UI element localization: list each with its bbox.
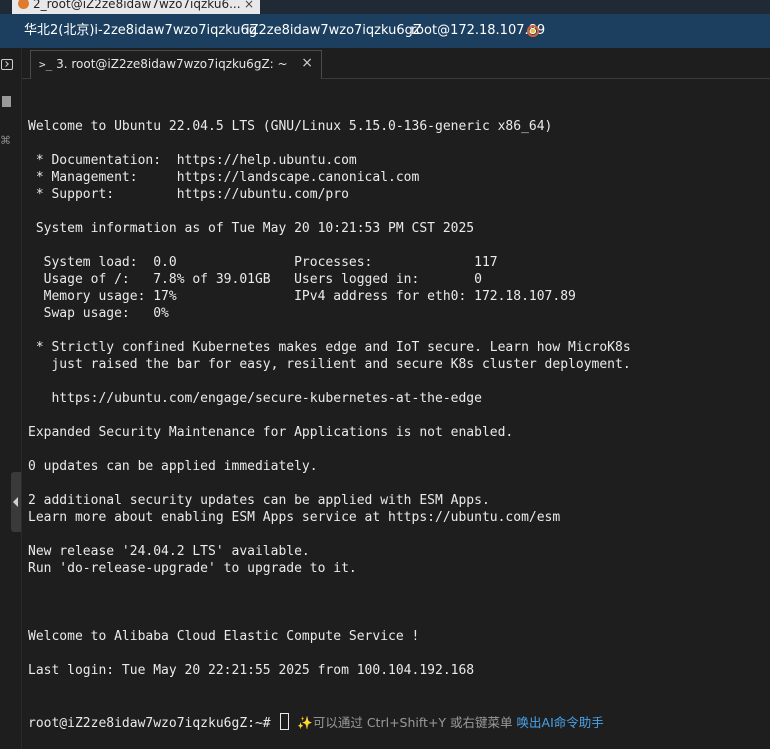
window-tab-strip: 2_root@iZ2ze8idaw7wzo7iqzku6... ×: [0, 0, 770, 14]
close-icon[interactable]: ×: [244, 0, 254, 14]
left-sidebar: ⌘: [0, 48, 22, 749]
terminal-line: * Documentation: https://help.ubuntu.com: [28, 153, 357, 168]
ai-hint: ✨可以通过 Ctrl+Shift+Y 或右键菜单 唤出AI命令助手: [297, 715, 604, 730]
terminal-line: Memory usage: 17% IPv4 address for eth0:…: [28, 289, 576, 304]
terminal-output[interactable]: Welcome to Ubuntu 22.04.5 LTS (GNU/Linux…: [28, 84, 768, 747]
loading-icon: [527, 25, 539, 37]
terminal-tab-bar: >_ 3. root@iZ2ze8idaw7wzo7iqzku6gZ: ~ ×: [22, 48, 770, 79]
terminal-line: * Management: https://landscape.canonica…: [28, 170, 420, 185]
prompt-line[interactable]: root@iZ2ze8idaw7wzo7iqzku6gZ:~# ✨可以通过 Ct…: [28, 713, 768, 731]
terminal-line: Welcome to Alibaba Cloud Elastic Compute…: [28, 629, 420, 644]
session-user-ip[interactable]: root@172.18.107.89: [411, 14, 545, 48]
window-tab[interactable]: 2_root@iZ2ze8idaw7wzo7iqzku6... ×: [12, 0, 260, 14]
shell-prompt: root@iZ2ze8idaw7wzo7iqzku6gZ:~#: [28, 716, 279, 731]
session-info-bar: 华北2(北京)i-2ze8idaw7wzo7iqzku6g iZ2ze8idaw…: [0, 14, 770, 48]
terminal-line: Usage of /: 7.8% of 39.01GB Users logged…: [28, 272, 482, 287]
terminal-tab[interactable]: >_ 3. root@iZ2ze8idaw7wzo7iqzku6gZ: ~ ×: [30, 50, 322, 79]
terminal-icon[interactable]: [1, 59, 13, 70]
terminal-line: just raised the bar for easy, resilient …: [28, 357, 631, 372]
terminal-line: Expanded Security Maintenance for Applic…: [28, 425, 514, 440]
terminal-line: New release '24.04.2 LTS' available.: [28, 544, 310, 559]
terminal-line: System information as of Tue May 20 10:2…: [28, 221, 475, 236]
terminal-line: Swap usage: 0%: [28, 306, 169, 321]
session-icon: [18, 0, 29, 9]
terminal-line: 2 additional security updates can be app…: [28, 493, 490, 508]
collapse-handle[interactable]: [11, 472, 21, 532]
terminal-line: * Strictly confined Kubernetes makes edg…: [28, 340, 631, 355]
terminal-line: System load: 0.0 Processes: 117: [28, 255, 498, 270]
file-icon[interactable]: [2, 96, 11, 107]
text-cursor: [280, 713, 290, 730]
prompt-icon: >_: [39, 58, 53, 71]
terminal-line: * Support: https://ubuntu.com/pro: [28, 187, 349, 202]
command-icon[interactable]: ⌘: [0, 134, 14, 148]
terminal-line: Last login: Tue May 20 22:21:55 2025 fro…: [28, 663, 475, 678]
ai-assistant-link[interactable]: 唤出AI命令助手: [517, 715, 604, 730]
terminal-line: Learn more about enabling ESM Apps servi…: [28, 510, 561, 525]
session-region[interactable]: 华北2(北京)i-2ze8idaw7wzo7iqzku6g: [24, 14, 257, 48]
terminal-line: 0 updates can be applied immediately.: [28, 459, 318, 474]
terminal-tab-title: 3. root@iZ2ze8idaw7wzo7iqzku6gZ: ~: [56, 57, 288, 71]
ai-hint-text: 可以通过 Ctrl+Shift+Y 或右键菜单: [312, 715, 517, 730]
session-hostname[interactable]: iZ2ze8idaw7wzo7iqzku6gZ: [246, 14, 422, 48]
terminal-line: Welcome to Ubuntu 22.04.5 LTS (GNU/Linux…: [28, 119, 553, 134]
terminal-line: https://ubuntu.com/engage/secure-kuberne…: [28, 391, 482, 406]
window-tab-title: 2_root@iZ2ze8idaw7wzo7iqzku6...: [33, 0, 241, 11]
close-icon[interactable]: ×: [301, 50, 313, 77]
terminal-line: Run 'do-release-upgrade' to upgrade to i…: [28, 561, 357, 576]
sparkle-icon: ✨: [297, 715, 313, 730]
